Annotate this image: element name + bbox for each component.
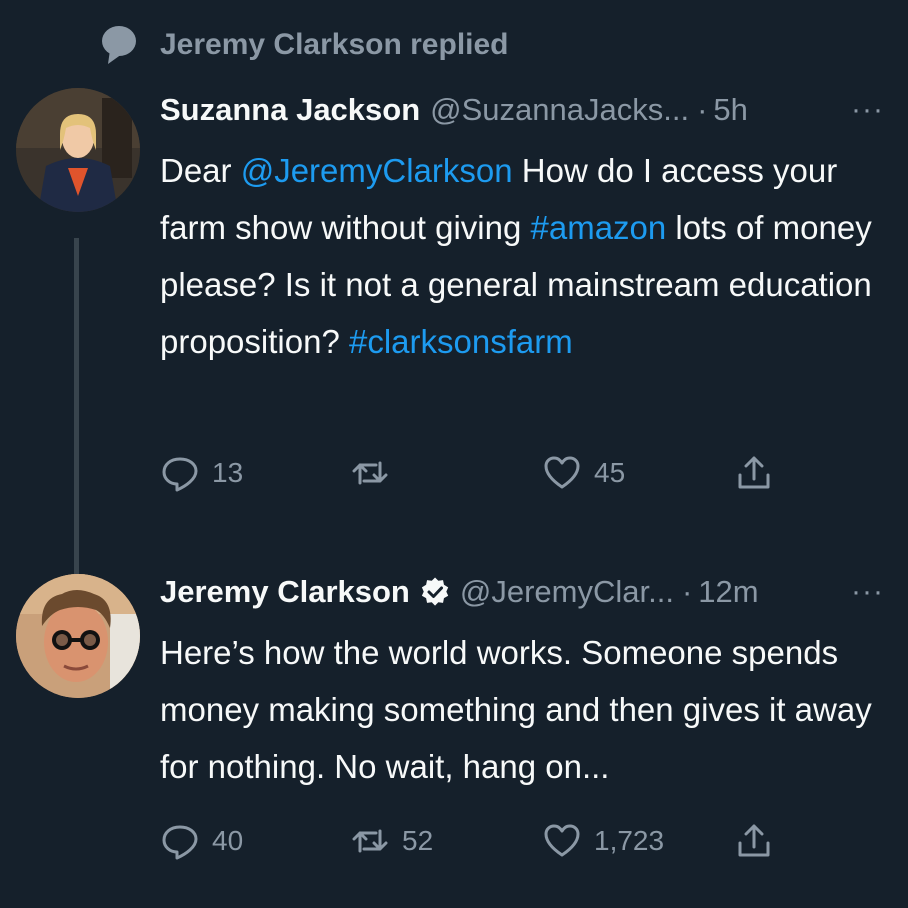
like-button[interactable]: 1,723 [542,821,664,861]
reply-context-text[interactable]: Jeremy Clarkson replied [160,28,509,62]
heart-icon [544,824,580,857]
mention-link[interactable]: @JeremyClarkson [241,152,513,189]
reply-icon [162,457,198,492]
timestamp[interactable]: 12m [698,574,758,610]
author-name[interactable]: Suzanna Jackson [160,92,420,128]
like-button[interactable]: 45 [542,453,625,493]
separator: · [681,574,693,609]
like-count: 1,723 [594,825,665,856]
tweet-suzanna[interactable]: Suzanna Jackson @SuzannaJacks... · 5h ··… [0,88,908,658]
retweet-icon [352,461,388,485]
retweet-button[interactable] [350,453,402,493]
more-icon[interactable]: ··· [851,570,884,614]
speech-bubble-icon [100,24,138,66]
timestamp[interactable]: 5h [713,92,747,128]
retweet-count: 52 [402,825,434,856]
heart-icon [544,456,580,489]
share-button[interactable] [734,453,774,493]
tweet-header: Jeremy Clarkson @JeremyClar... · 12m ··· [160,570,890,614]
share-button[interactable] [734,821,774,861]
hashtag-link[interactable]: #amazon [531,209,667,246]
reply-button[interactable]: 40 [160,821,243,861]
reply-context: Jeremy Clarkson replied [100,22,509,68]
verified-badge-icon [420,577,450,607]
more-icon[interactable]: ··· [851,88,884,132]
tweet-text: Dear @JeremyClarkson How do I access you… [160,142,890,370]
author-name[interactable]: Jeremy Clarkson [160,574,410,610]
tweet-actions: 13 45 [160,448,908,498]
hashtag-link[interactable]: #clarksonsfarm [349,323,573,360]
tweet-header: Suzanna Jackson @SuzannaJacks... · 5h ··… [160,88,890,132]
reply-count: 13 [212,457,244,488]
tweet-actions: 40 52 1,723 [160,816,908,866]
author-handle[interactable]: @SuzannaJacks... [430,92,689,128]
author-handle[interactable]: @JeremyClar... [460,574,674,610]
reply-button[interactable]: 13 [160,453,243,493]
like-count: 45 [594,457,626,488]
share-icon [738,824,770,857]
reply-icon [162,825,198,860]
tweet-jeremy[interactable]: Jeremy Clarkson @JeremyClar... · 12m ···… [0,570,908,900]
retweet-icon [352,829,388,853]
text-part: Dear [160,152,241,189]
separator: · [697,92,708,127]
share-icon [738,456,770,489]
retweet-button[interactable]: 52 [350,821,433,861]
avatar[interactable] [16,88,140,212]
tweet-text: Here’s how the world works. Someone spen… [160,634,872,785]
avatar[interactable] [16,574,140,698]
reply-count: 40 [212,825,244,856]
